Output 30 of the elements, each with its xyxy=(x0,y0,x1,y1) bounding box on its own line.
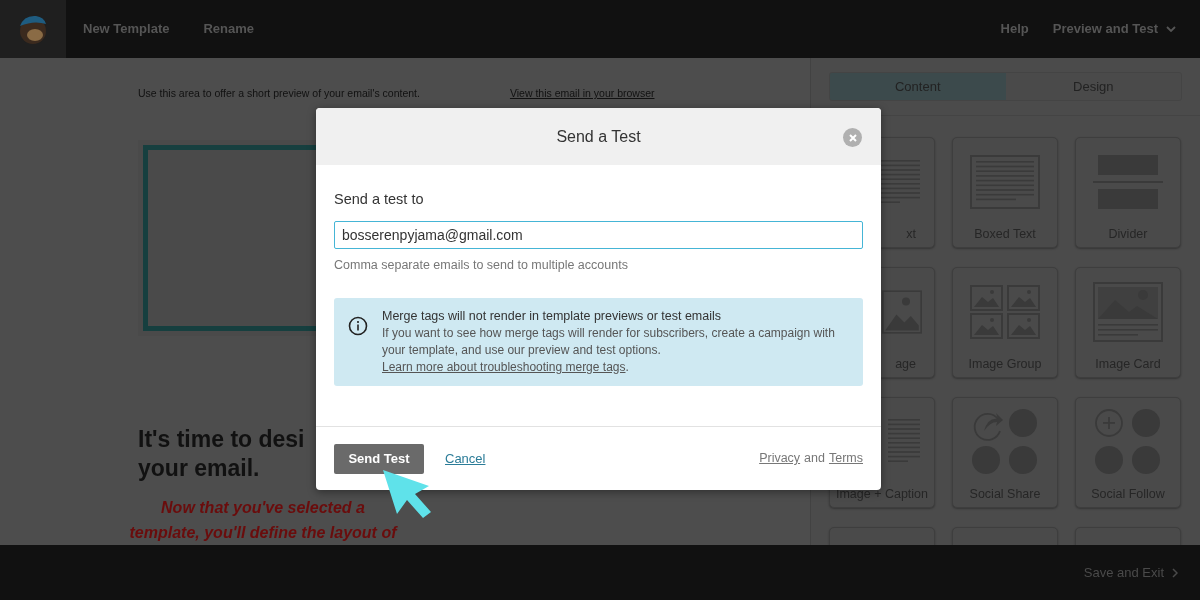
info-icon xyxy=(348,315,368,336)
cancel-link[interactable]: Cancel xyxy=(445,448,486,469)
close-icon xyxy=(848,133,857,142)
menu-item[interactable]: Preview and Test xyxy=(1052,19,1176,39)
email-input[interactable]: bosserenpyjama@gmail.com xyxy=(334,220,863,249)
chevron-right-icon xyxy=(1172,567,1178,578)
text-lines-icon xyxy=(878,157,922,206)
notice-title: Merge tags will not render in template previews or test emails xyxy=(382,307,723,325)
heading-text: It's time to desi xyxy=(138,425,305,454)
hint-text: Comma separate emails to send to multiple accounts xyxy=(334,256,629,274)
image-icon xyxy=(882,289,922,334)
privacy-link[interactable]: Privacy xyxy=(759,449,801,468)
conjunction-text: and xyxy=(804,450,825,468)
heading-text: your email. xyxy=(138,454,260,483)
send-test-button[interactable]: Send Test xyxy=(334,443,424,474)
chevron-down-icon xyxy=(1166,26,1176,32)
intro-text: template, you'll define the layout of xyxy=(129,523,397,543)
menu-item[interactable]: Rename xyxy=(203,19,255,39)
intro-text: Now that you've selected a xyxy=(161,498,365,518)
dialog-title: Send a Test xyxy=(556,126,641,147)
terms-link[interactable]: Terms xyxy=(828,449,863,468)
troubleshooting-link[interactable]: Learn more about troubleshooting merge tags xyxy=(382,358,626,376)
close-button[interactable] xyxy=(843,128,862,147)
logo-tile[interactable] xyxy=(0,0,66,58)
pointer-cursor-icon xyxy=(381,468,433,520)
save-exit-link[interactable]: Save and Exit xyxy=(1083,562,1178,583)
field-label: Send a test to xyxy=(334,190,425,209)
menu-item[interactable]: Help xyxy=(1000,19,1029,39)
punctuation-text: . xyxy=(625,358,629,376)
menu-item[interactable]: New Template xyxy=(83,19,170,39)
